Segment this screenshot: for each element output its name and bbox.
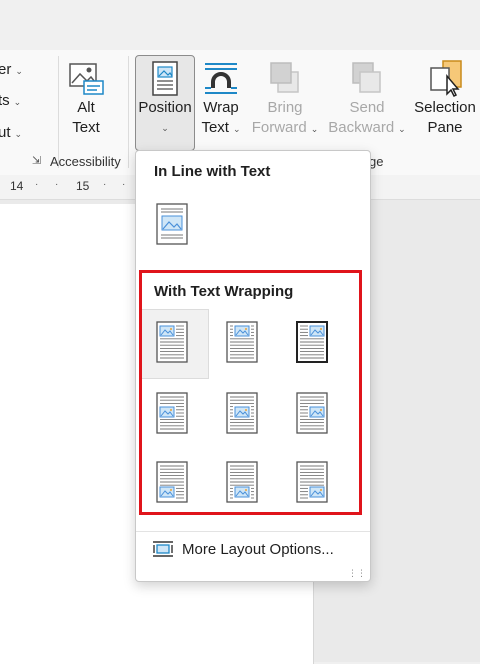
- highlight-box: [139, 270, 362, 515]
- layout-options-icon: [153, 541, 173, 557]
- position-button[interactable]: Position ⌄: [135, 55, 195, 151]
- ruler-tick: ·: [55, 179, 59, 190]
- more-layout-options-label: More Layout Options...: [182, 541, 334, 558]
- send-backward-label-1: Send: [349, 99, 385, 116]
- partial-ribbon-label-3[interactable]: ut ⌄: [0, 124, 22, 141]
- position-inline-option[interactable]: [156, 203, 188, 250]
- selection-pane-label-2: Pane: [427, 119, 463, 136]
- ruler-tick: ·: [122, 179, 126, 190]
- alt-text-button[interactable]: Alt Text: [62, 60, 110, 138]
- position-label: Position: [138, 99, 192, 116]
- bring-forward-icon: [270, 62, 299, 93]
- wrap-text-icon: [205, 63, 237, 94]
- menu-separator: [136, 531, 370, 532]
- bring-forward-button[interactable]: Bring Forward ⌄: [250, 58, 320, 139]
- position-icon: [152, 61, 178, 96]
- resize-grip-icon[interactable]: ⋮⋮: [348, 568, 366, 579]
- chevron-down-icon: ⌄: [161, 123, 169, 133]
- more-layout-options-item[interactable]: More Layout Options...: [148, 539, 358, 563]
- alt-text-label-2: Text: [72, 119, 100, 136]
- wrap-text-label-2: Text ⌄: [201, 119, 241, 136]
- bring-forward-label-2: Forward ⌄: [251, 119, 319, 136]
- send-backward-icon: [352, 62, 381, 93]
- ruler-tick: ·: [35, 179, 39, 190]
- selection-pane-button[interactable]: Selection Pane: [410, 58, 480, 138]
- inline-layout-icon: [156, 203, 188, 245]
- wrap-text-label-1: Wrap: [203, 99, 239, 116]
- alt-text-label-1: Alt: [77, 99, 95, 116]
- position-dropdown: In Line with Text With Text Wrapping Mor…: [135, 150, 371, 582]
- ribbon-separator: [128, 56, 129, 168]
- ruler-number-15: 15: [76, 179, 90, 193]
- bring-forward-label-1: Bring: [267, 99, 303, 116]
- wrap-text-button[interactable]: Wrap Text ⌄: [196, 58, 246, 139]
- partial-ribbon-label-2[interactable]: ts ⌄: [0, 92, 21, 109]
- arrange-group-label: ge: [369, 154, 384, 169]
- alt-text-icon: [69, 63, 104, 95]
- selection-pane-label-1: Selection: [414, 99, 476, 116]
- partial-ribbon-label-1[interactable]: er ⌄: [0, 61, 23, 78]
- inline-with-text-heading: In Line with Text: [154, 163, 271, 180]
- ruler-tick: ·: [103, 179, 107, 190]
- dialog-launcher-icon[interactable]: ⇲: [32, 154, 41, 167]
- ruler-number-14: 14: [10, 179, 24, 193]
- accessibility-group-label: Accessibility: [50, 154, 121, 169]
- ribbon-separator: [58, 56, 59, 168]
- send-backward-label-2: Backward ⌄: [328, 119, 406, 136]
- send-backward-button[interactable]: Send Backward ⌄: [326, 58, 408, 139]
- selection-pane-icon: [430, 60, 462, 98]
